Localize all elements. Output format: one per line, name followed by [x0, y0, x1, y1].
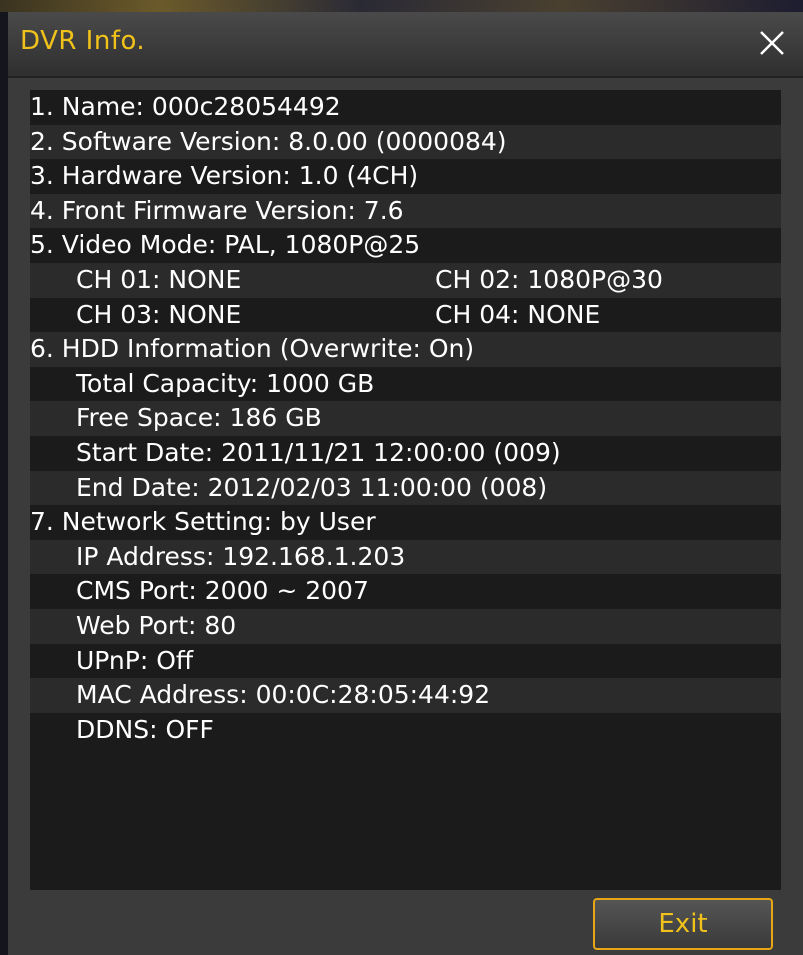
ch01-text: CH 01: NONE [76, 264, 242, 294]
ddns-text: DDNS: OFF [76, 714, 214, 744]
info-row-hardware-version: 3. Hardware Version: 1.0 (4CH) [30, 159, 781, 194]
close-icon [760, 31, 784, 55]
hardware-version-text: 3. Hardware Version: 1.0 (4CH) [30, 161, 419, 191]
info-row-ip-address: IP Address: 192.168.1.203 [30, 539, 781, 575]
upnp-text: UPnP: Off [76, 645, 194, 675]
info-row-channels-1-2: CH 01: NONE CH 02: 1080P@30 [30, 262, 781, 298]
info-row-total-capacity: Total Capacity: 1000 GB [30, 367, 781, 402]
info-row-ddns: DDNS: OFF [30, 713, 781, 748]
mac-address-text: MAC Address: 00:0C:28:05:44:92 [76, 680, 491, 710]
ch02-text: CH 02: 1080P@30 [435, 264, 663, 294]
info-panel: 1. Name: 000c28054492 2. Software Versio… [30, 90, 781, 890]
info-row-channels-3-4: CH 03: NONE CH 04: NONE [30, 298, 781, 333]
dialog-title: DVR Info. [20, 26, 146, 56]
cms-port-text: CMS Port: 2000 ~ 2007 [76, 576, 369, 606]
title-bar: DVR Info. [8, 12, 803, 78]
info-row-end-date: End Date: 2012/02/03 11:00:00 (008) [30, 470, 781, 506]
info-row-web-port: Web Port: 80 [30, 608, 781, 644]
front-firmware-text: 4. Front Firmware Version: 7.6 [30, 195, 404, 225]
ip-address-text: IP Address: 192.168.1.203 [76, 541, 406, 571]
background-strip [0, 0, 803, 12]
hdd-info-text: 6. HDD Information (Overwrite: On) [30, 334, 475, 364]
info-row-hdd-info: 6. HDD Information (Overwrite: On) [30, 332, 781, 367]
info-row-upnp: UPnP: Off [30, 644, 781, 679]
info-row-network-setting: 7. Network Setting: by User [30, 505, 781, 540]
info-row-start-date: Start Date: 2011/11/21 12:00:00 (009) [30, 436, 781, 471]
total-capacity-text: Total Capacity: 1000 GB [76, 368, 375, 398]
info-row-free-space: Free Space: 186 GB [30, 401, 781, 436]
info-row-front-firmware: 4. Front Firmware Version: 7.6 [30, 193, 781, 229]
dvr-info-dialog: DVR Info. 1. Name: 000c28054492 2. Softw… [8, 12, 803, 955]
network-setting-text: 7. Network Setting: by User [30, 507, 376, 537]
video-mode-text: 5. Video Mode: PAL, 1080P@25 [30, 230, 421, 260]
software-version-text: 2. Software Version: 8.0.00 (0000084) [30, 126, 507, 156]
free-space-text: Free Space: 186 GB [76, 403, 322, 433]
exit-button[interactable]: Exit [593, 898, 773, 950]
name-text: 1. Name: 000c28054492 [30, 92, 341, 121]
info-row-cms-port: CMS Port: 2000 ~ 2007 [30, 574, 781, 609]
info-row-video-mode: 5. Video Mode: PAL, 1080P@25 [30, 228, 781, 263]
ch04-text: CH 04: NONE [435, 299, 601, 329]
start-date-text: Start Date: 2011/11/21 12:00:00 (009) [76, 437, 561, 467]
close-button[interactable] [755, 26, 789, 60]
info-row-name: 1. Name: 000c28054492 [30, 90, 781, 125]
web-port-text: Web Port: 80 [76, 610, 237, 640]
info-row-software-version: 2. Software Version: 8.0.00 (0000084) [30, 124, 781, 160]
end-date-text: End Date: 2012/02/03 11:00:00 (008) [76, 472, 548, 502]
ch03-text: CH 03: NONE [76, 299, 242, 329]
info-row-mac-address: MAC Address: 00:0C:28:05:44:92 [30, 678, 781, 713]
